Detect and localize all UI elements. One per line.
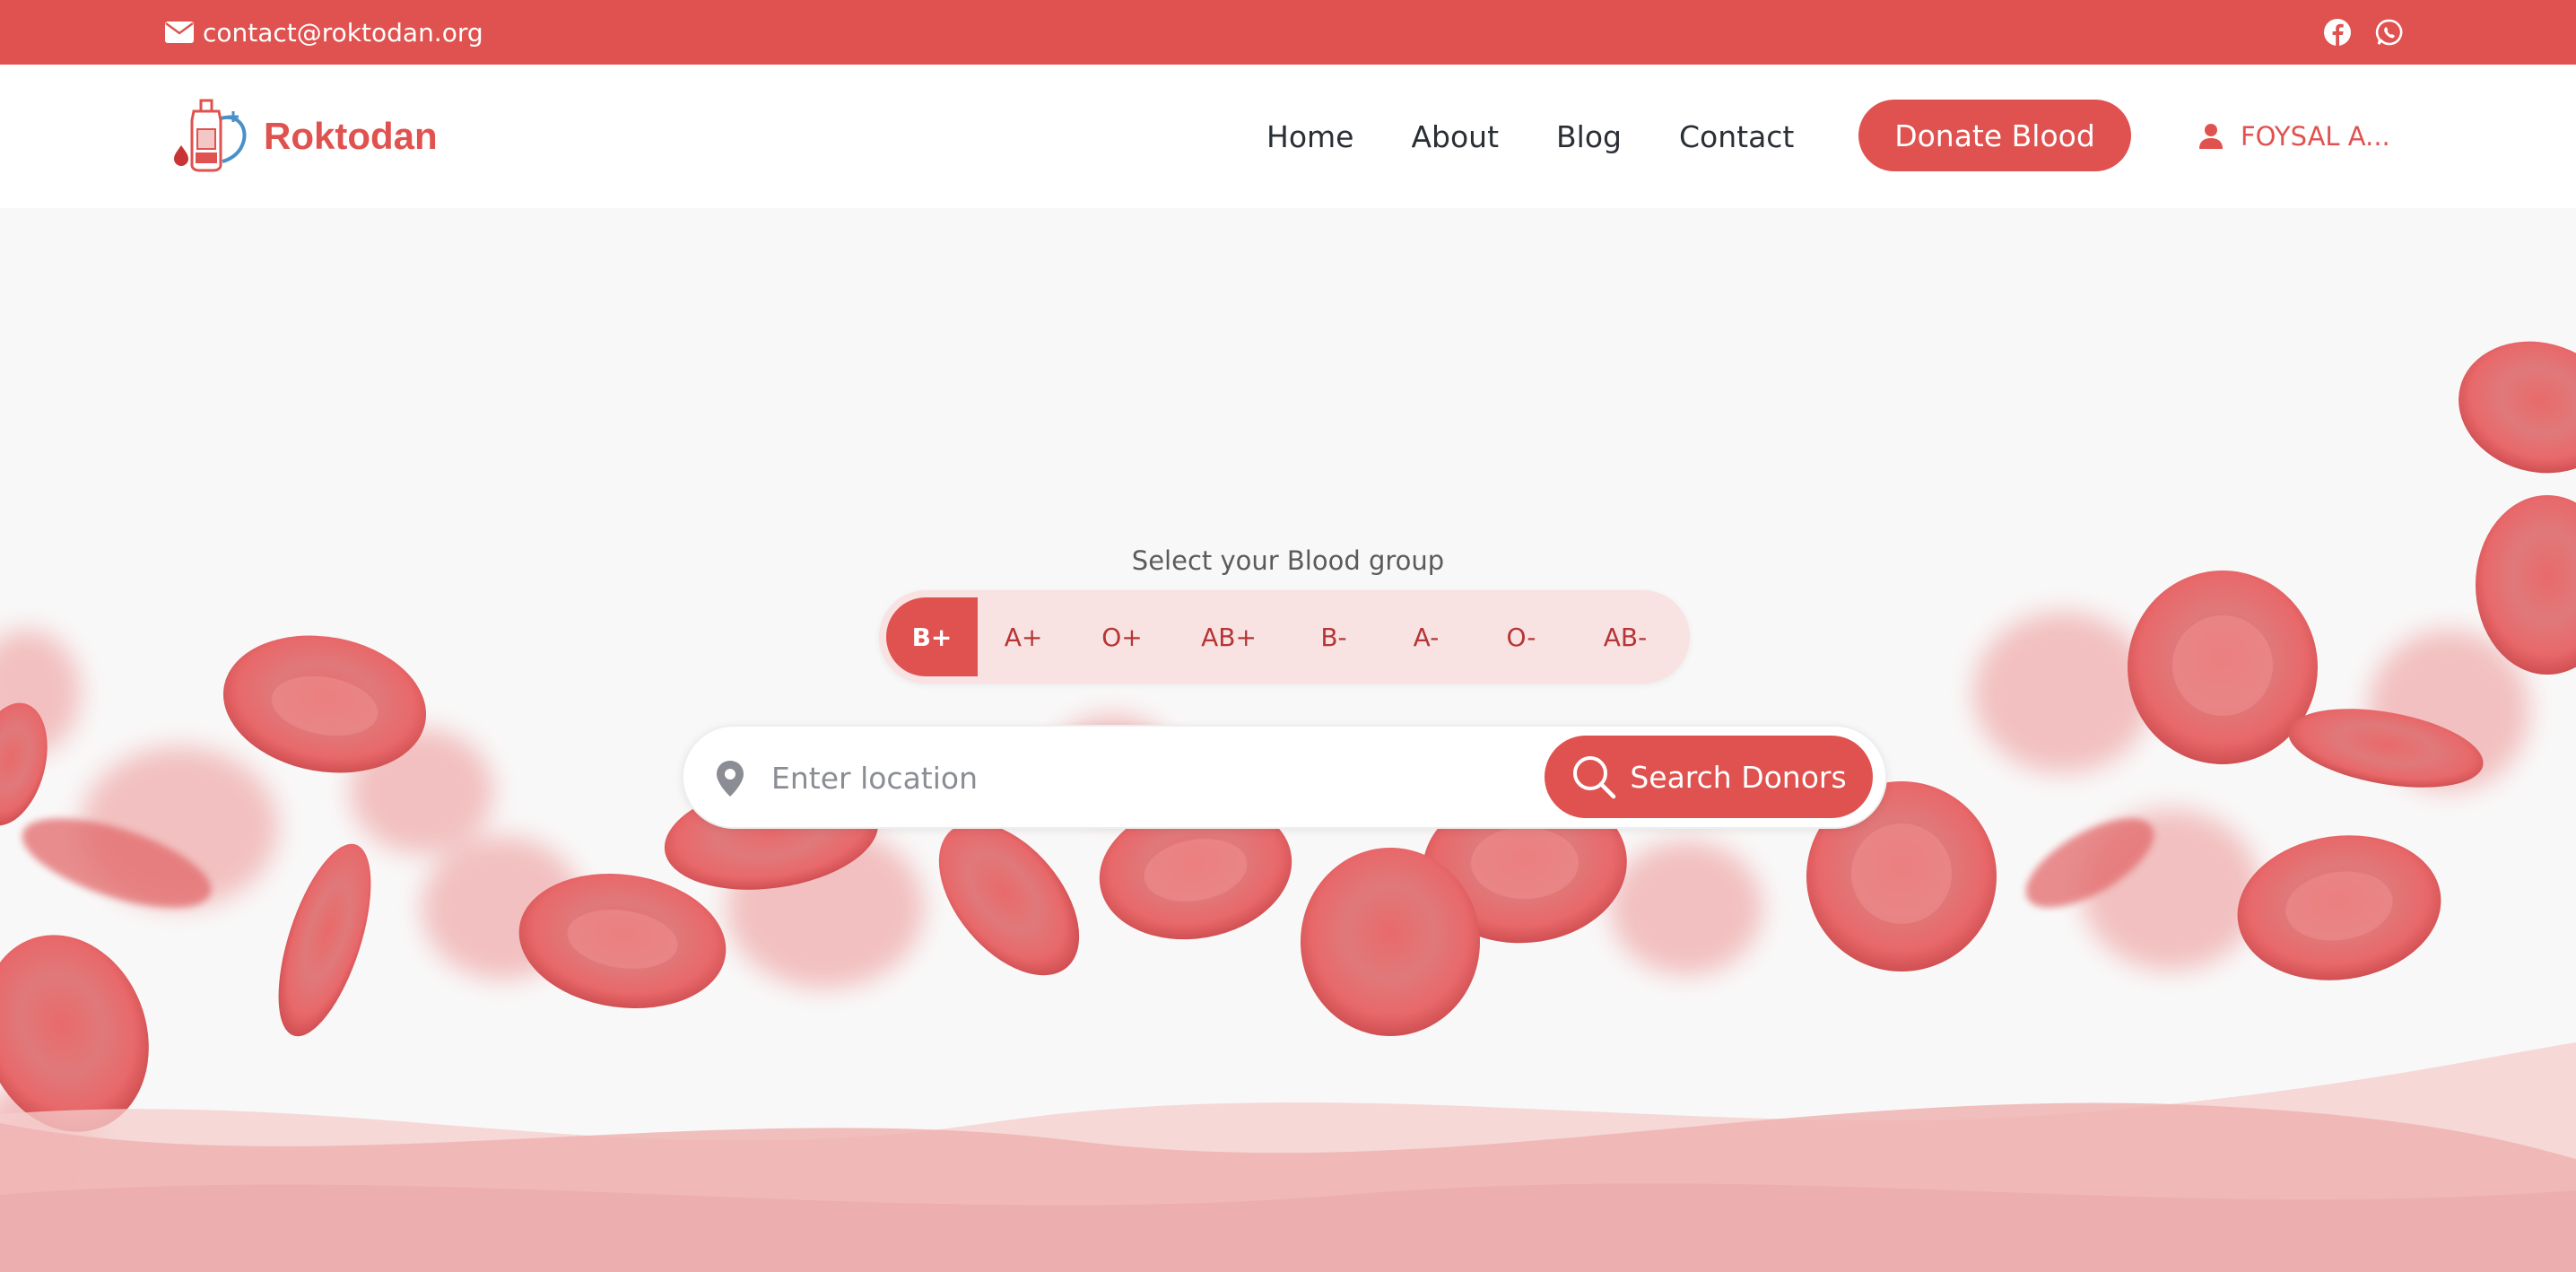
nav-contact[interactable]: Contact — [1679, 119, 1794, 154]
envelope-icon — [165, 22, 194, 43]
blood-group-chip-o-negative[interactable]: O- — [1471, 597, 1571, 676]
donor-search-bar: Search Donors — [682, 725, 1887, 829]
contact-email-link[interactable]: contact@roktodan.org — [165, 0, 483, 65]
location-input[interactable] — [770, 748, 1491, 807]
top-bar: contact@roktodan.org — [0, 0, 2576, 65]
user-name: FOYSAL A... — [2241, 121, 2390, 152]
whatsapp-icon[interactable] — [2375, 18, 2404, 47]
nav-home[interactable]: Home — [1266, 119, 1353, 154]
blood-bag-logo-icon — [174, 99, 247, 172]
facebook-icon[interactable] — [2323, 18, 2352, 47]
blood-group-chip-o-positive[interactable]: O+ — [1073, 597, 1171, 676]
blood-group-chip-ab-negative[interactable]: AB- — [1571, 597, 1679, 676]
brand-name: Roktodan — [264, 115, 438, 157]
search-icon — [1573, 756, 1616, 799]
hero-section: Select your Blood group B+ A+ O+ AB+ B- … — [0, 208, 2576, 1272]
nav-about[interactable]: About — [1411, 119, 1499, 154]
social-links — [2323, 0, 2404, 65]
site-header: Roktodan Home About Blog Contact Donate … — [0, 65, 2576, 208]
blood-group-chip-b-negative[interactable]: B- — [1286, 597, 1381, 676]
blood-group-chip-a-positive[interactable]: A+ — [978, 597, 1069, 676]
main-nav: Home About Blog Contact — [1266, 65, 1851, 208]
blood-group-label: Select your Blood group — [1131, 545, 1445, 576]
nav-blog[interactable]: Blog — [1556, 119, 1622, 154]
blood-group-chip-b-positive[interactable]: B+ — [886, 597, 978, 676]
blood-group-chip-ab-positive[interactable]: AB+ — [1171, 597, 1286, 676]
site-logo[interactable]: Roktodan — [165, 91, 438, 181]
user-menu[interactable]: FOYSAL A... — [2197, 65, 2390, 208]
donate-blood-button[interactable]: Donate Blood — [1858, 100, 2131, 171]
search-donors-label: Search Donors — [1630, 759, 1847, 795]
contact-email-text: contact@roktodan.org — [203, 17, 483, 48]
map-pin-icon — [717, 761, 744, 797]
blood-group-selector: B+ A+ O+ AB+ B- A- O- AB- — [879, 590, 1690, 684]
user-icon — [2199, 124, 2223, 149]
blood-group-chip-a-negative[interactable]: A- — [1381, 597, 1471, 676]
search-donors-button[interactable]: Search Donors — [1545, 736, 1873, 818]
